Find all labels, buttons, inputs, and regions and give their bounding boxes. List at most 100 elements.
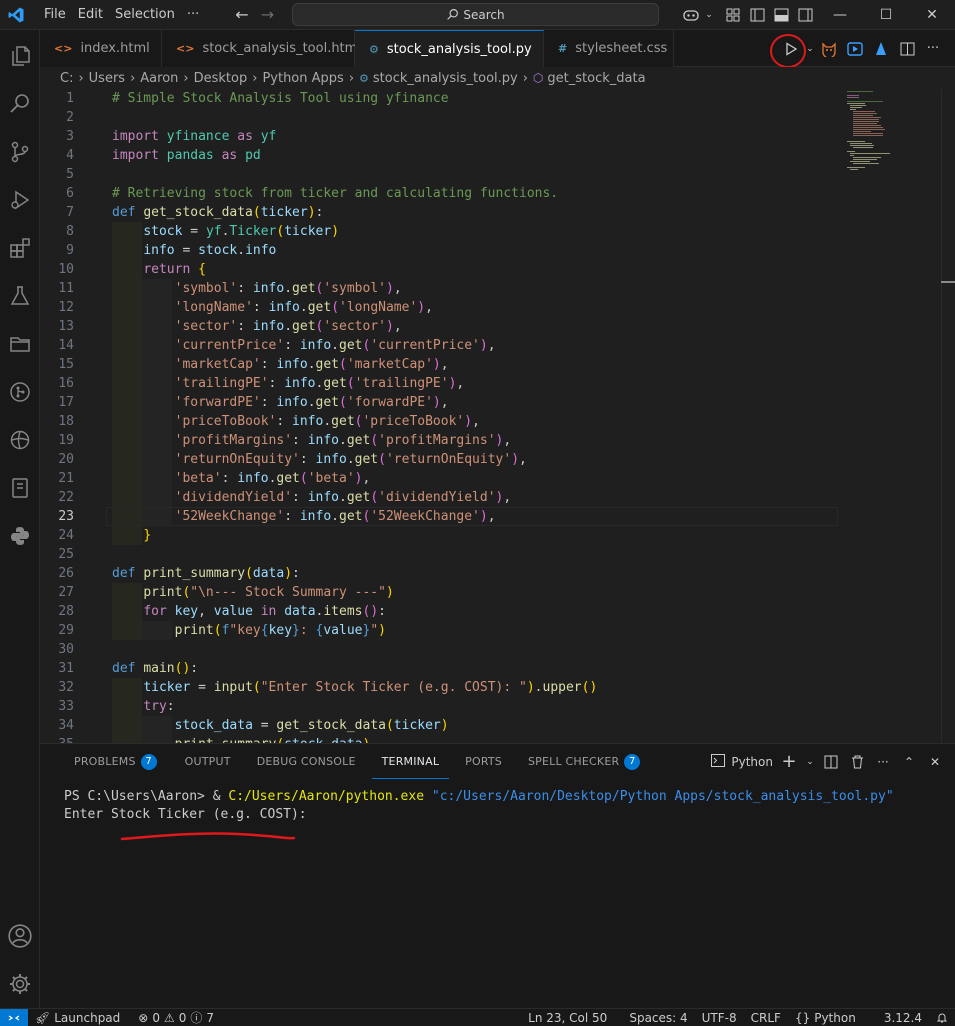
gitlens-icon[interactable] — [0, 372, 40, 412]
menu-bar: File Edit Selection ··· — [38, 7, 205, 22]
maximize-button[interactable]: ☐ — [863, 0, 909, 30]
problems-status[interactable]: ⊗ 0 ⚠ 0 ⓘ 7 — [131, 1009, 221, 1026]
copilot-icon[interactable] — [679, 0, 703, 30]
manage-gear-icon[interactable] — [0, 964, 40, 1004]
remote-indicator-icon[interactable] — [0, 1008, 28, 1026]
new-terminal-plus-icon[interactable]: + — [779, 751, 799, 772]
tab-spell-checker[interactable]: SPELL CHECKER 7 — [518, 744, 650, 779]
menu-edit[interactable]: Edit — [72, 7, 109, 22]
chevron-down-icon[interactable]: ⌄ — [703, 0, 715, 30]
tab-debug-console[interactable]: DEBUG CONSOLE — [247, 744, 366, 779]
warning-count: 0 — [178, 1010, 187, 1025]
explorer-icon[interactable] — [0, 36, 40, 76]
breadcrumb-drive[interactable]: C: — [60, 71, 73, 86]
tab-index-html[interactable]: <> index.html — [40, 30, 162, 67]
launchpad-status[interactable]: 🚀︎ Launchpad — [28, 1011, 127, 1025]
search-icon[interactable] — [0, 84, 40, 124]
close-panel-icon[interactable]: ✕ — [925, 752, 945, 772]
status-bar: 🚀︎ Launchpad ⊗ 0 ⚠ 0 ⓘ 7 Ln 23, Col 50 Spac… — [0, 1008, 955, 1026]
breadcrumb-python-apps[interactable]: Python Apps — [262, 71, 343, 86]
breadcrumb-users[interactable]: Users — [89, 71, 125, 86]
terminal-amp: & — [212, 789, 229, 804]
tab-stylesheet-css[interactable]: # stylesheet.css — [544, 30, 674, 67]
tab-terminal[interactable]: TERMINAL — [371, 744, 450, 779]
annotation-underline — [120, 832, 296, 841]
toggle-primary-sidebar-icon[interactable] — [745, 0, 769, 30]
language-mode[interactable]: {} Python — [788, 1011, 863, 1025]
terminal-name[interactable]: Python — [731, 755, 773, 769]
line-number: 4 — [66, 148, 74, 163]
search-icon — [447, 9, 459, 20]
chevron-right-icon: › — [183, 70, 189, 86]
live-preview-icon[interactable] — [843, 37, 867, 61]
python-interpreter-version[interactable]: 3.12.4 — [877, 1011, 929, 1025]
tab-label: TERMINAL — [381, 754, 440, 768]
minimap — [847, 91, 890, 170]
breadcrumb-file[interactable]: stock_analysis_tool.py — [373, 71, 518, 86]
cursor-position[interactable]: Ln 23, Col 50 — [521, 1011, 614, 1025]
menu-selection[interactable]: Selection — [109, 7, 181, 22]
testing-flask-icon[interactable] — [0, 276, 40, 316]
editor-scrollbar[interactable] — [941, 89, 955, 743]
source-control-icon[interactable] — [0, 132, 40, 172]
line-source: def main(): — [112, 661, 199, 676]
back-arrow-icon[interactable]: ← — [235, 5, 248, 24]
line-source: print_summary(stock_data) — [112, 735, 371, 743]
split-terminal-icon[interactable] — [821, 752, 841, 772]
tab-ports[interactable]: PORTS — [455, 744, 512, 779]
tab-stock-analysis-tool-py[interactable]: ⚙ stock_analysis_tool.py ✕ — [355, 30, 556, 67]
tab-output[interactable]: OUTPUT — [175, 744, 241, 779]
command-center-search[interactable]: Search — [292, 3, 659, 26]
more-actions-icon[interactable]: ··· — [873, 752, 893, 772]
line-number: 28 — [58, 604, 74, 619]
close-window-button[interactable]: ✕ — [909, 0, 955, 30]
rocket-icon: 🚀︎ — [35, 1010, 51, 1025]
remote-explorer-folder-icon[interactable] — [0, 324, 40, 364]
python-icon[interactable] — [0, 516, 40, 556]
launchpad-label: Launchpad — [54, 1010, 121, 1025]
maximize-panel-chevron-up-icon[interactable]: ⌃ — [899, 752, 919, 772]
notifications-bell-icon[interactable] — [929, 1012, 955, 1024]
customize-layout-icon[interactable] — [721, 0, 745, 30]
remote-connection-icon[interactable] — [0, 420, 40, 460]
terminal-output[interactable]: PS C:\Users\Aaron> & C:/Users/Aaron/pyth… — [64, 788, 894, 824]
encoding[interactable]: UTF-8 — [695, 1011, 744, 1025]
more-actions-icon[interactable]: ··· — [921, 37, 945, 61]
accounts-icon[interactable] — [0, 916, 40, 956]
minimize-button[interactable]: — — [817, 0, 863, 30]
tab-label: PROBLEMS — [74, 755, 136, 768]
menu-more[interactable]: ··· — [181, 7, 205, 22]
kill-terminal-trash-icon[interactable] — [847, 752, 867, 772]
toggle-panel-icon[interactable] — [769, 0, 793, 30]
line-source: def print_summary(data): — [112, 566, 300, 581]
chevron-right-icon: › — [130, 70, 136, 86]
line-number: 11 — [58, 281, 74, 296]
tab-label: PORTS — [465, 755, 502, 768]
line-source: print("\n--- Stock Summary ---") — [143, 585, 394, 600]
chevron-down-icon[interactable]: ⌄ — [805, 752, 815, 772]
wizard-hat-icon[interactable] — [869, 37, 893, 61]
terminal-exe: C:/Users/Aaron/python.exe — [228, 789, 425, 804]
breadcrumb-desktop[interactable]: Desktop — [194, 71, 248, 86]
line-number: 8 — [66, 224, 74, 239]
run-options-chevron-icon[interactable]: ⌄ — [805, 37, 815, 61]
end-of-line[interactable]: CRLF — [744, 1011, 788, 1025]
tab-label: SPELL CHECKER — [528, 755, 620, 768]
split-editor-icon[interactable] — [895, 37, 919, 61]
breadcrumb-aaron[interactable]: Aaron — [140, 71, 178, 86]
run-and-debug-icon[interactable] — [0, 180, 40, 220]
code-editor[interactable]: 1 # Simple Stock Analysis Tool using yfin… — [40, 89, 955, 743]
forward-arrow-icon[interactable]: → — [261, 5, 274, 24]
copilot-cat-icon[interactable] — [817, 37, 841, 61]
menu-file[interactable]: File — [38, 7, 72, 22]
toggle-secondary-sidebar-icon[interactable] — [793, 0, 817, 30]
line-source: # Simple Stock Analysis Tool using yfina… — [112, 91, 449, 106]
notebook-icon[interactable] — [0, 468, 40, 508]
tab-problems[interactable]: PROBLEMS 7 — [64, 744, 167, 779]
tab-label: OUTPUT — [184, 755, 231, 768]
indentation[interactable]: Spaces: 4 — [622, 1011, 694, 1025]
extensions-icon[interactable] — [0, 228, 40, 268]
tab-stock-analysis-tool-html[interactable]: <> stock_analysis_tool.html — [162, 30, 361, 67]
breadcrumb-symbol[interactable]: get_stock_data — [547, 71, 645, 86]
line-source: ticker = input("Enter Stock Ticker (e.g.… — [143, 680, 598, 695]
